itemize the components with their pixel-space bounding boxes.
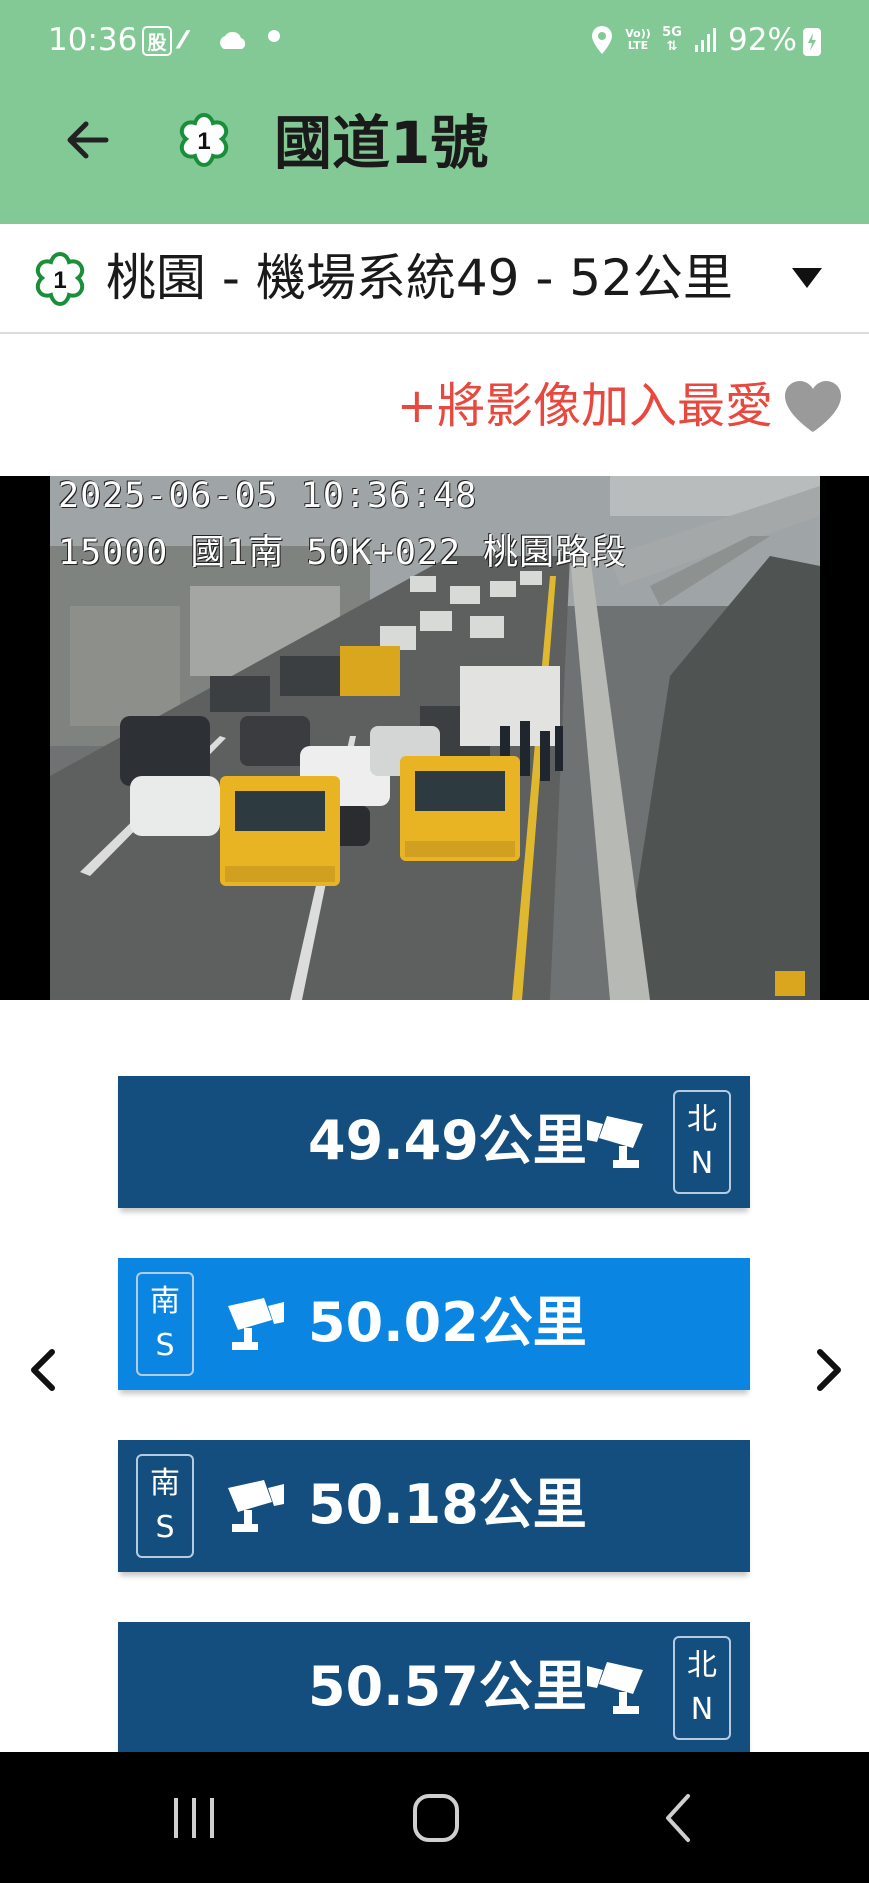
segment-label: 桃園 - 機場系統49 - 52公里: [106, 249, 733, 307]
camera-timestamp: 2025-06-05 10:36:48: [58, 476, 478, 516]
camera-button-3[interactable]: 南S 50.18公里: [118, 1440, 750, 1572]
status-bar: 10:36 股 ⁄⁄⁄ Vo)) LTE 5G ⇅ 92%: [0, 0, 869, 82]
camera-location-info: 15000 國1南 50K+022 桃園路段: [58, 533, 628, 573]
segment-selector[interactable]: 1 桃園 - 機場系統49 - 52公里: [0, 224, 869, 334]
svg-text:1: 1: [53, 267, 66, 294]
app-header: 10:36 股 ⁄⁄⁄ Vo)) LTE 5G ⇅ 92% 1 國道1號: [0, 0, 869, 224]
stock-app-icon: 股: [142, 26, 172, 56]
svg-text:1: 1: [197, 128, 210, 155]
cctv-camera-icon: [224, 1478, 288, 1536]
freeway-1-logo-icon: 1: [32, 251, 88, 307]
location-icon: [590, 22, 614, 58]
dropdown-caret-icon[interactable]: [792, 268, 822, 288]
heart-icon[interactable]: [783, 380, 843, 434]
camera-button-4[interactable]: 50.57公里 北N: [118, 1622, 750, 1752]
status-time: 10:36: [48, 22, 138, 58]
next-arrow-icon[interactable]: [810, 1340, 850, 1400]
battery-percent: 92%: [728, 22, 797, 58]
volte-icon: Vo)) LTE: [625, 27, 651, 52]
direction-badge: 北N: [673, 1636, 731, 1740]
cloud-icon: [215, 22, 249, 58]
camera-km: 50.02公里: [308, 1291, 587, 1354]
notification-dot-icon: [268, 30, 280, 42]
back-icon[interactable]: [650, 1792, 710, 1844]
previous-arrow-icon[interactable]: [22, 1340, 62, 1400]
rain-icon: ⁄⁄⁄: [180, 26, 186, 54]
camera-button-1[interactable]: 49.49公里 北N: [118, 1076, 750, 1208]
signal-icon: [694, 22, 720, 58]
add-to-favorites-button[interactable]: +將影像加入最愛: [397, 376, 773, 436]
camera-km: 50.57公里: [308, 1655, 587, 1718]
battery-charging-icon: [803, 28, 821, 56]
back-arrow-icon[interactable]: [60, 112, 116, 168]
favorite-row: +將影像加入最愛: [0, 336, 869, 476]
direction-badge: 南S: [136, 1272, 194, 1376]
camera-km: 49.49公里: [308, 1109, 587, 1172]
camera-km: 50.18公里: [308, 1473, 587, 1536]
freeway-1-logo-icon: 1: [176, 112, 232, 168]
camera-button-2[interactable]: 南S 50.02公里: [118, 1258, 750, 1390]
cctv-camera-icon: [583, 1660, 647, 1718]
camera-list: 49.49公里 北N 南S 50.02公里 南S 50.18公里 50.57公里…: [0, 1000, 869, 1752]
camera-image-frame: 2025-06-05 10:36:48 15000 國1南 50K+022 桃園…: [0, 476, 869, 1000]
direction-badge: 北N: [673, 1090, 731, 1194]
network-5g-icon: 5G ⇅: [662, 25, 682, 54]
home-icon[interactable]: [406, 1792, 466, 1844]
direction-badge: 南S: [136, 1454, 194, 1558]
traffic-camera-image[interactable]: 2025-06-05 10:36:48 15000 國1南 50K+022 桃園…: [50, 476, 820, 1000]
page-title: 國道1號: [274, 109, 489, 177]
recent-apps-icon[interactable]: [164, 1792, 224, 1844]
cctv-camera-icon: [583, 1114, 647, 1172]
cctv-camera-icon: [224, 1296, 288, 1354]
system-navigation-bar: [0, 1752, 869, 1883]
